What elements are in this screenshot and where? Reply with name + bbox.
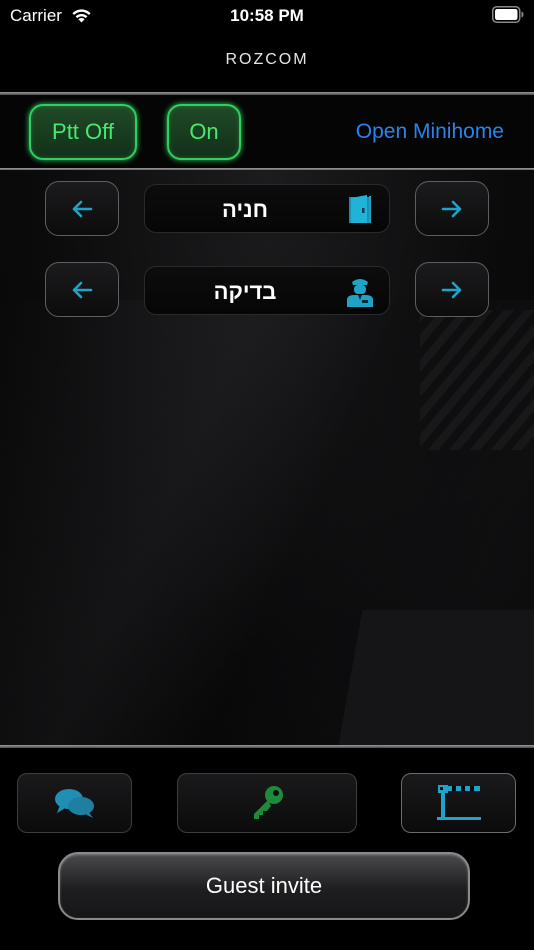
background-block	[337, 610, 534, 746]
arrow-right-icon	[441, 200, 462, 217]
on-button[interactable]: On	[167, 104, 241, 160]
selector-2-next-button[interactable]	[415, 262, 489, 317]
arrow-right-icon	[441, 281, 462, 298]
key-button[interactable]	[177, 773, 357, 833]
open-minihome-link[interactable]: Open Minihome	[356, 120, 504, 144]
chat-bubbles-icon	[54, 789, 94, 818]
status-bar: Carrier 10:58 PM	[0, 0, 534, 32]
selector-2-prev-button[interactable]	[45, 262, 119, 317]
gate-button[interactable]	[401, 773, 516, 833]
main-video-area: חניה בדיקה	[0, 170, 534, 746]
app-logo: ROZCOM	[225, 51, 309, 68]
status-time: 10:58 PM	[230, 6, 304, 25]
selector-1-display: חניה	[144, 184, 390, 233]
arrow-left-icon	[72, 200, 93, 217]
selector-1-label: חניה	[222, 197, 268, 222]
chat-button[interactable]	[17, 773, 132, 833]
toolbar: Ptt Off On Open Minihome	[0, 95, 534, 169]
selector-2-label: בדיקה	[213, 279, 277, 304]
barrier-gate-icon	[436, 785, 481, 820]
door-icon	[349, 195, 371, 223]
key-icon	[254, 786, 283, 819]
bottom-divider	[0, 745, 534, 748]
selector-1-next-button[interactable]	[415, 181, 489, 236]
ptt-toggle-button[interactable]: Ptt Off	[29, 104, 137, 160]
guard-icon	[347, 279, 373, 307]
guest-invite-button[interactable]: Guest invite	[58, 852, 470, 920]
selector-1-prev-button[interactable]	[45, 181, 119, 236]
arrow-left-icon	[72, 281, 93, 298]
selector-2-display: בדיקה	[144, 266, 390, 315]
background-stripes	[420, 310, 534, 450]
battery-icon	[492, 6, 524, 23]
